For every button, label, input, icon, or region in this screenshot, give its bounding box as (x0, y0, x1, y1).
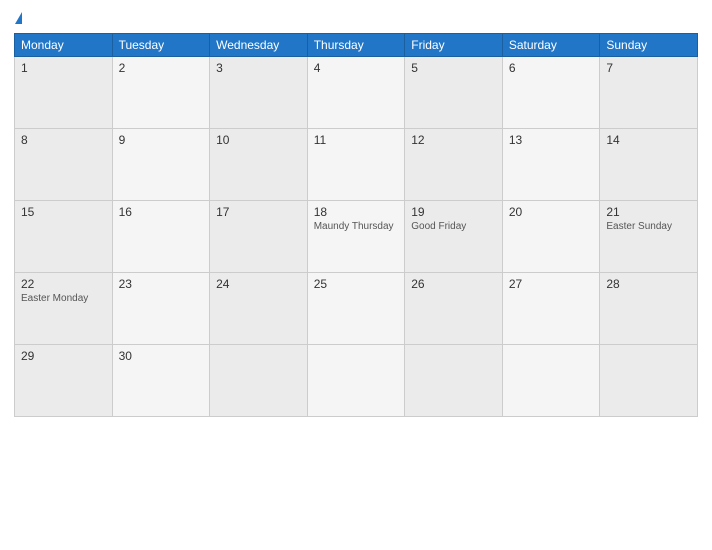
day-number: 18 (314, 205, 399, 219)
calendar-week-3: 15 16 17 18 Maundy Thursday 19 Good Friday 20 21… (15, 201, 698, 273)
day-number: 23 (119, 277, 204, 291)
calendar-day-cell: 30 (112, 345, 210, 417)
calendar-day-cell (405, 345, 503, 417)
calendar-day-cell: 23 (112, 273, 210, 345)
calendar-day-cell: 7 (600, 57, 698, 129)
calendar-day-cell (600, 345, 698, 417)
calendar-day-cell: 24 (210, 273, 308, 345)
calendar-day-cell: 19 Good Friday (405, 201, 503, 273)
weekday-header-row: MondayTuesdayWednesdayThursdayFridaySatu… (15, 34, 698, 57)
day-number: 10 (216, 133, 301, 147)
calendar-week-4: 22 Easter Monday 23 24 25 26 27 28 (15, 273, 698, 345)
calendar-day-cell: 8 (15, 129, 113, 201)
calendar-week-5: 29 30 (15, 345, 698, 417)
day-number: 19 (411, 205, 496, 219)
day-number: 9 (119, 133, 204, 147)
logo-triangle-icon (15, 12, 22, 24)
calendar-day-cell (502, 345, 600, 417)
day-number: 2 (119, 61, 204, 75)
calendar-day-cell: 18 Maundy Thursday (307, 201, 405, 273)
calendar-day-cell: 26 (405, 273, 503, 345)
day-number: 4 (314, 61, 399, 75)
day-number: 6 (509, 61, 594, 75)
logo (14, 10, 22, 25)
day-number: 12 (411, 133, 496, 147)
event-label: Maundy Thursday (314, 221, 399, 232)
day-number: 30 (119, 349, 204, 363)
calendar-day-cell: 11 (307, 129, 405, 201)
calendar-table: MondayTuesdayWednesdayThursdayFridaySatu… (14, 33, 698, 417)
day-number: 27 (509, 277, 594, 291)
day-number: 16 (119, 205, 204, 219)
calendar-day-cell: 2 (112, 57, 210, 129)
calendar-week-1: 1234567 (15, 57, 698, 129)
weekday-header-friday: Friday (405, 34, 503, 57)
calendar-day-cell: 9 (112, 129, 210, 201)
calendar-day-cell: 22 Easter Monday (15, 273, 113, 345)
calendar-day-cell: 5 (405, 57, 503, 129)
day-number: 13 (509, 133, 594, 147)
weekday-header-monday: Monday (15, 34, 113, 57)
weekday-header-tuesday: Tuesday (112, 34, 210, 57)
calendar-day-cell: 16 (112, 201, 210, 273)
calendar-day-cell: 17 (210, 201, 308, 273)
calendar-week-2: 89 10 11 12 13 14 (15, 129, 698, 201)
day-number: 1 (21, 61, 106, 75)
day-number: 11 (314, 133, 399, 147)
calendar-day-cell: 1 (15, 57, 113, 129)
day-number: 29 (21, 349, 106, 363)
event-label: Good Friday (411, 221, 496, 232)
weekday-header-saturday: Saturday (502, 34, 600, 57)
calendar-day-cell: 27 (502, 273, 600, 345)
event-label: Easter Sunday (606, 221, 691, 232)
calendar-day-cell: 12 (405, 129, 503, 201)
day-number: 25 (314, 277, 399, 291)
day-number: 26 (411, 277, 496, 291)
weekday-header-thursday: Thursday (307, 34, 405, 57)
calendar-day-cell: 4 (307, 57, 405, 129)
calendar-day-cell: 13 (502, 129, 600, 201)
day-number: 20 (509, 205, 594, 219)
header (14, 10, 698, 25)
page: MondayTuesdayWednesdayThursdayFridaySatu… (0, 0, 712, 550)
day-number: 5 (411, 61, 496, 75)
day-number: 22 (21, 277, 106, 291)
day-number: 28 (606, 277, 691, 291)
calendar-day-cell (307, 345, 405, 417)
calendar-day-cell: 25 (307, 273, 405, 345)
calendar-day-cell: 29 (15, 345, 113, 417)
calendar-day-cell: 28 (600, 273, 698, 345)
calendar-day-cell: 14 (600, 129, 698, 201)
calendar-day-cell: 21 Easter Sunday (600, 201, 698, 273)
weekday-header-sunday: Sunday (600, 34, 698, 57)
calendar-day-cell: 10 (210, 129, 308, 201)
day-number: 3 (216, 61, 301, 75)
day-number: 21 (606, 205, 691, 219)
day-number: 8 (21, 133, 106, 147)
day-number: 14 (606, 133, 691, 147)
calendar-day-cell: 3 (210, 57, 308, 129)
calendar-day-cell (210, 345, 308, 417)
day-number: 24 (216, 277, 301, 291)
calendar-day-cell: 6 (502, 57, 600, 129)
day-number: 17 (216, 205, 301, 219)
event-label: Easter Monday (21, 293, 106, 304)
day-number: 7 (606, 61, 691, 75)
calendar-day-cell: 20 (502, 201, 600, 273)
day-number: 15 (21, 205, 106, 219)
calendar-day-cell: 15 (15, 201, 113, 273)
weekday-header-wednesday: Wednesday (210, 34, 308, 57)
